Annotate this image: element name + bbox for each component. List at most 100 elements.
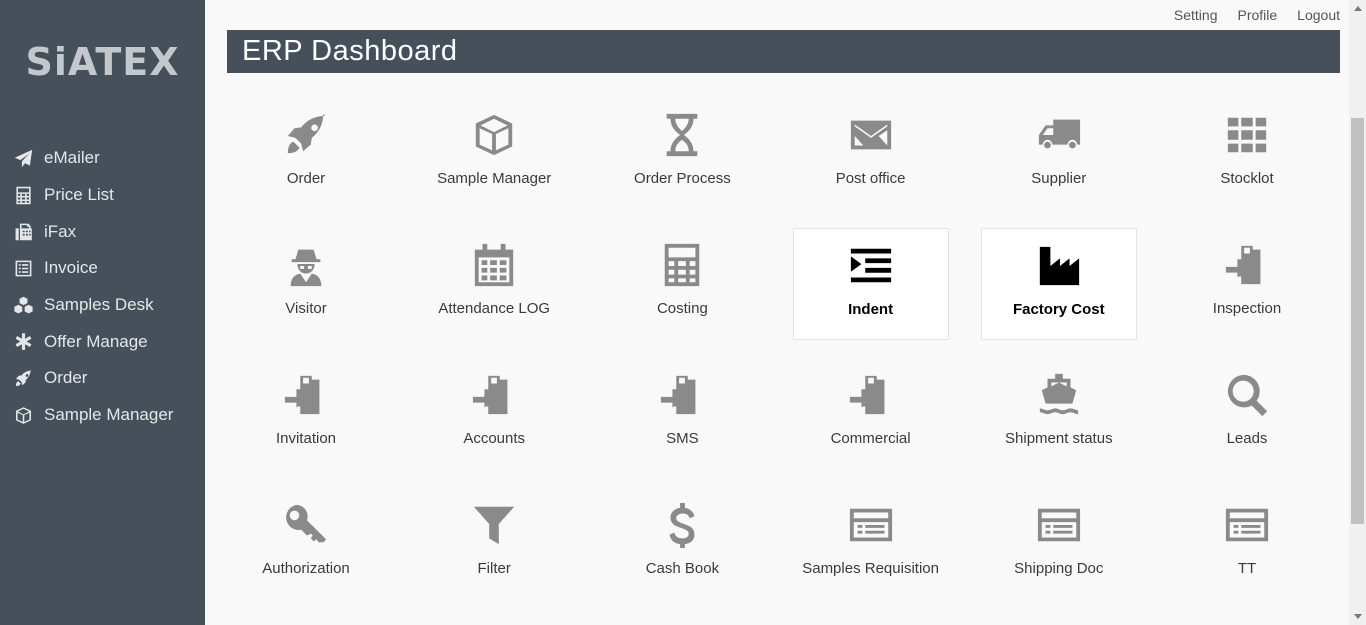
clipboard-arrow-icon (471, 372, 517, 418)
tile-icon (471, 502, 517, 548)
tile-tt[interactable]: TT (1169, 488, 1325, 600)
sidebar-item-samples-desk[interactable]: Samples Desk (0, 287, 205, 324)
cube-icon (14, 406, 33, 425)
tile-commercial[interactable]: Commercial (793, 358, 949, 470)
tile-label: Sample Manager (437, 170, 552, 187)
setting-link[interactable]: Setting (1174, 7, 1218, 23)
tile-shipment-status[interactable]: Shipment status (981, 358, 1137, 470)
cube-icon (471, 112, 517, 158)
tile-icon (471, 372, 517, 418)
tile-label: Indent (848, 301, 894, 318)
top-links: Setting Profile Logout (1174, 7, 1340, 23)
tile-label: Stocklot (1220, 170, 1274, 187)
fax-icon (14, 222, 33, 241)
tile-icon (471, 242, 517, 288)
tile-order-process[interactable]: Order Process (604, 98, 760, 210)
list-alt-icon (14, 259, 33, 278)
tile-label: Commercial (830, 430, 911, 447)
scroll-down-button[interactable] (1349, 608, 1366, 625)
sidebar-item-ifax[interactable]: iFax (0, 213, 205, 250)
tile-authorization[interactable]: Authorization (228, 488, 384, 600)
tile-invitation[interactable]: Invitation (228, 358, 384, 470)
tile-sample-manager[interactable]: Sample Manager (416, 98, 572, 210)
tile-visitor[interactable]: Visitor (228, 228, 384, 340)
tile-icon (659, 502, 705, 548)
filter-icon (471, 502, 517, 548)
envelope-icon (848, 112, 894, 158)
tile-order[interactable]: Order (228, 98, 384, 210)
tile-supplier[interactable]: Supplier (981, 98, 1137, 210)
tile-label: Filter (477, 560, 511, 577)
sidebar: SiATEX eMailer Price List iFax Invoice Sampl… (0, 0, 205, 625)
tile-factory-cost[interactable]: Factory Cost (980, 228, 1137, 340)
tile-label: Costing (656, 300, 708, 317)
tile-post-office[interactable]: Post office (793, 98, 949, 210)
tile-label: Invitation (275, 430, 337, 447)
tile-icon (848, 243, 894, 289)
sidebar-nav: eMailer Price List iFax Invoice Samples Desk… (0, 140, 205, 434)
calculator-icon (659, 242, 705, 288)
sidebar-item-label: eMailer (44, 148, 100, 168)
tile-icon (283, 372, 329, 418)
tile-cash-book[interactable]: Cash Book (604, 488, 760, 600)
scroll-up-button[interactable] (1349, 0, 1366, 17)
tile-label: Samples Requisition (802, 560, 939, 577)
tile-costing[interactable]: Costing (604, 228, 760, 340)
tile-icon (471, 112, 517, 158)
tile-icon (848, 502, 894, 548)
tile-label: Accounts (463, 430, 526, 447)
sidebar-item-sample-manager[interactable]: Sample Manager (0, 397, 205, 434)
tile-icon (283, 242, 329, 288)
tile-icon (1224, 242, 1270, 288)
tile-filter[interactable]: Filter (416, 488, 572, 600)
tile-label: Order (286, 170, 326, 187)
brand-logo[interactable]: SiATEX (0, 40, 205, 84)
indent-icon (848, 243, 894, 289)
tile-shipping-doc[interactable]: Shipping Doc (981, 488, 1137, 600)
key-icon (283, 502, 329, 548)
sidebar-item-offer-manage[interactable]: Offer Manage (0, 323, 205, 360)
sidebar-item-order[interactable]: Order (0, 360, 205, 397)
rocket-icon (14, 369, 33, 388)
tile-indent[interactable]: Indent (792, 228, 949, 340)
sidebar-item-label: Invoice (44, 258, 98, 278)
tile-icon (1036, 502, 1082, 548)
scroll-thumb[interactable] (1351, 118, 1364, 524)
tile-samples-requisition[interactable]: Samples Requisition (793, 488, 949, 600)
logout-link[interactable]: Logout (1297, 7, 1340, 23)
tile-sms[interactable]: SMS (604, 358, 760, 470)
tile-label: Factory Cost (1012, 301, 1105, 318)
industry-icon (1036, 243, 1082, 289)
tile-icon (1036, 112, 1082, 158)
tile-inspection[interactable]: Inspection (1169, 228, 1325, 340)
vertical-scrollbar[interactable] (1349, 0, 1366, 625)
sidebar-item-emailer[interactable]: eMailer (0, 140, 205, 177)
profile-link[interactable]: Profile (1237, 7, 1277, 23)
sidebar-item-price-list[interactable]: Price List (0, 177, 205, 214)
sidebar-item-label: Sample Manager (44, 405, 174, 425)
sidebar-item-invoice[interactable]: Invoice (0, 250, 205, 287)
list-card-icon (848, 502, 894, 548)
tile-leads[interactable]: Leads (1169, 358, 1325, 470)
tile-label: Shipping Doc (1014, 560, 1104, 577)
tile-label: Attendance LOG (438, 300, 551, 317)
ship-icon (1036, 372, 1082, 418)
tile-icon (283, 502, 329, 548)
search-icon (1224, 372, 1270, 418)
tile-icon (1224, 112, 1270, 158)
tile-icon (283, 112, 329, 158)
tile-icon (1036, 243, 1082, 289)
clipboard-arrow-icon (283, 372, 329, 418)
list-card-icon (1036, 502, 1082, 548)
paper-plane-icon (14, 149, 33, 168)
tile-accounts[interactable]: Accounts (416, 358, 572, 470)
clipboard-arrow-icon (848, 372, 894, 418)
tile-icon (848, 372, 894, 418)
tile-label: Order Process (634, 170, 731, 187)
tile-label: Shipment status (1005, 430, 1113, 447)
sidebar-item-label: Order (44, 368, 88, 388)
sidebar-item-label: Price List (44, 185, 114, 205)
tile-stocklot[interactable]: Stocklot (1169, 98, 1325, 210)
tile-attendance-log[interactable]: Attendance LOG (416, 228, 572, 340)
calendar-icon (471, 242, 517, 288)
